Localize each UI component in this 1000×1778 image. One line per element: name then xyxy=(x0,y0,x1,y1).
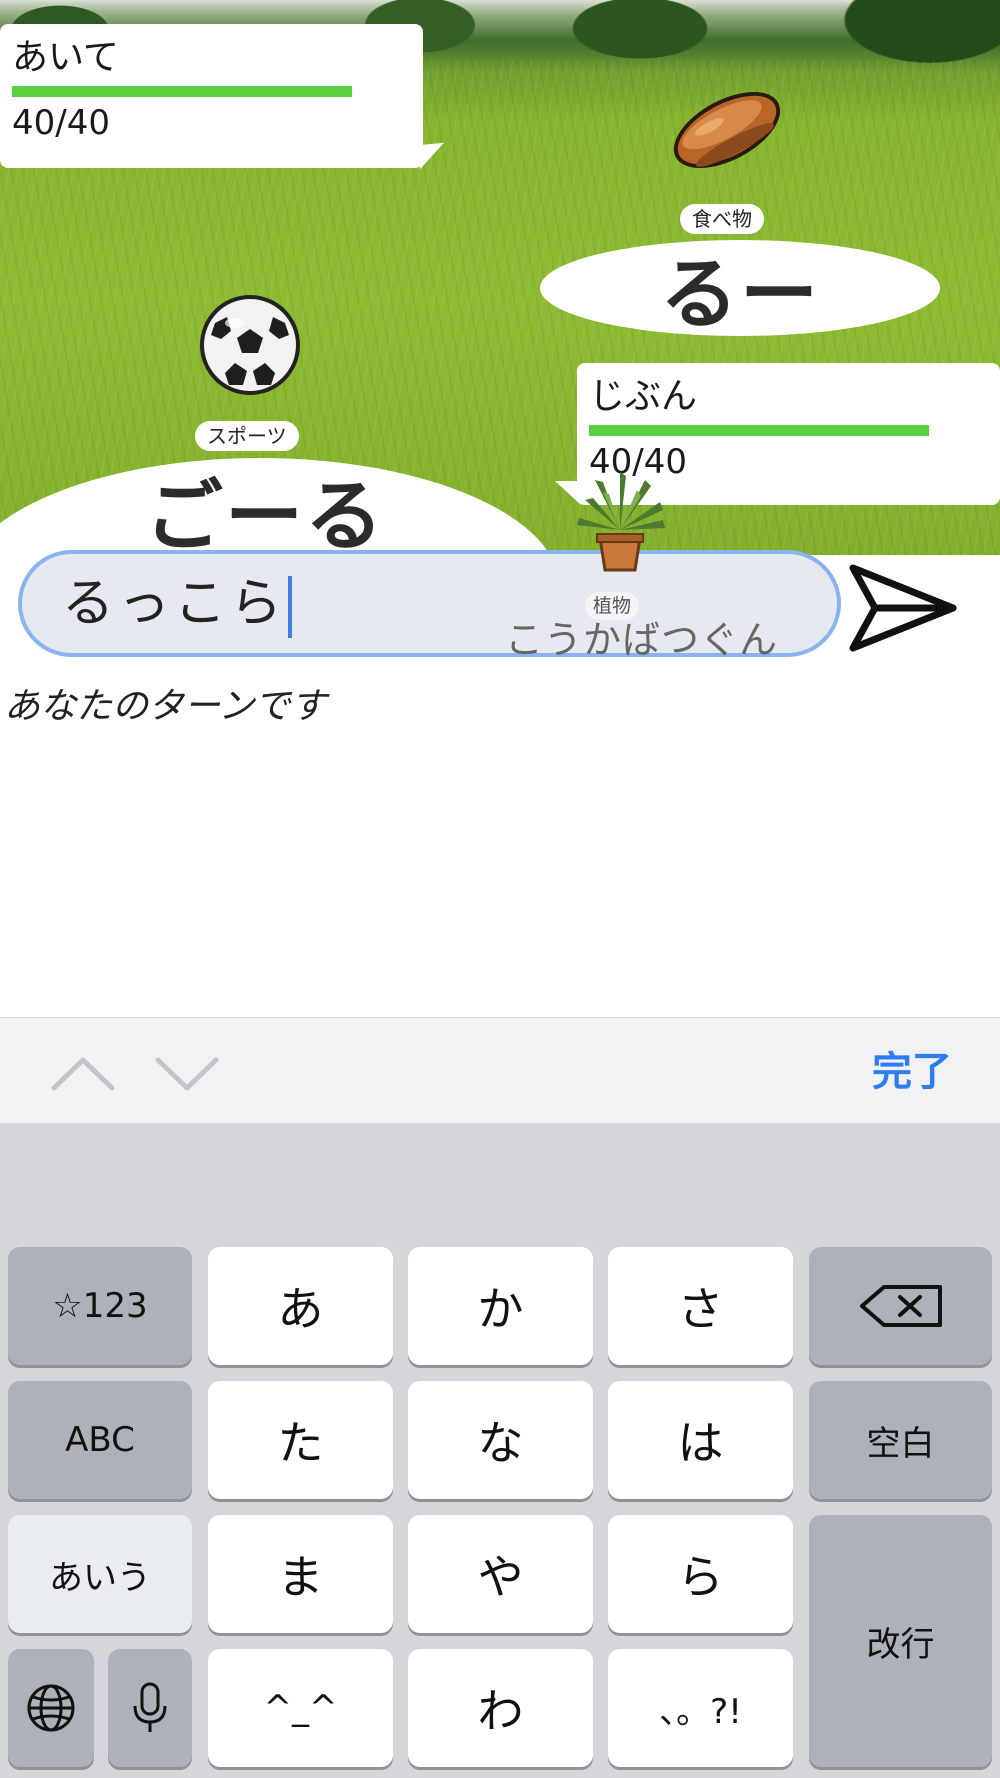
key-a[interactable]: あ xyxy=(208,1247,393,1365)
key-ka[interactable]: か xyxy=(408,1247,593,1365)
key-label: あいう xyxy=(49,1557,151,1598)
key-wa[interactable]: わ xyxy=(408,1649,593,1767)
globe-icon xyxy=(27,1684,75,1732)
key-label: 改行 xyxy=(866,1624,935,1665)
player-label: じぶん xyxy=(589,376,698,417)
globe-key[interactable] xyxy=(8,1649,94,1767)
key-label: や xyxy=(477,1550,524,1604)
opponent-word-bubble: るー xyxy=(540,240,940,340)
player-category-badge: スポーツ xyxy=(195,421,299,451)
send-icon[interactable] xyxy=(845,560,960,655)
key-abc[interactable]: ABC xyxy=(8,1381,192,1499)
key-label: 空白 xyxy=(866,1423,935,1464)
microphone-icon xyxy=(133,1682,167,1732)
done-button[interactable]: 完了 xyxy=(872,1046,952,1098)
effectiveness-label: こうかばつぐん xyxy=(505,618,779,662)
key-label: わ xyxy=(477,1684,524,1738)
keyboard-accessory-bar: 完了 xyxy=(0,1017,1000,1123)
preview-category-badge: 植物 xyxy=(585,592,640,620)
opponent-card-tail xyxy=(418,142,446,170)
chevron-down-icon[interactable] xyxy=(152,1048,222,1098)
chevron-up-icon[interactable] xyxy=(48,1048,118,1098)
key-label: さ xyxy=(677,1282,724,1336)
opponent-hp-text: 40/40 xyxy=(12,103,110,143)
key-ma[interactable]: ま xyxy=(208,1515,393,1633)
japanese-keyboard: ☆123 あ か さ ABC た な は 空白 あいう ま や ら 改行 ^_^… xyxy=(0,1123,1000,1778)
word-input-value: るっこら xyxy=(62,574,287,634)
key-label: ABC xyxy=(65,1420,135,1460)
key-emoticon[interactable]: ^_^ xyxy=(208,1649,393,1767)
soccer-ball-icon xyxy=(200,295,300,395)
opponent-status-card: あいて 40/40 xyxy=(0,24,446,170)
potted-plant-icon xyxy=(577,472,665,572)
key-label: ☆123 xyxy=(52,1286,148,1326)
opponent-hp-bar xyxy=(12,86,352,97)
word-input-text[interactable]: るっこら xyxy=(62,572,293,638)
key-label: な xyxy=(477,1416,524,1470)
key-label: た xyxy=(277,1416,324,1470)
key-label: ま xyxy=(277,1550,324,1604)
backspace-icon xyxy=(859,1285,942,1327)
key-ya[interactable]: や xyxy=(408,1515,593,1633)
backspace-key[interactable] xyxy=(809,1247,992,1365)
key-label: ^_^ xyxy=(263,1688,338,1728)
dictation-key[interactable] xyxy=(108,1649,192,1767)
key-sa[interactable]: さ xyxy=(608,1247,793,1365)
player-hp-bar xyxy=(589,425,929,436)
opponent-word: るー xyxy=(659,250,820,340)
return-key[interactable]: 改行 xyxy=(809,1515,992,1767)
key-na[interactable]: な xyxy=(408,1381,593,1499)
bread-icon xyxy=(673,92,781,168)
key-ha[interactable]: は xyxy=(608,1381,793,1499)
key-label: か xyxy=(477,1282,524,1336)
key-label: 、。?! xyxy=(659,1691,742,1732)
key-kana-mode[interactable]: あいう xyxy=(8,1515,192,1633)
key-ta[interactable]: た xyxy=(208,1381,393,1499)
opponent-label: あいて xyxy=(12,37,119,78)
key-ra[interactable]: ら xyxy=(608,1515,793,1633)
space-key[interactable]: 空白 xyxy=(809,1381,992,1499)
key-label: あ xyxy=(277,1282,324,1336)
key-label: は xyxy=(677,1416,724,1470)
opponent-category-badge: 食べ物 xyxy=(680,204,764,234)
key-numbers[interactable]: ☆123 xyxy=(8,1247,192,1365)
text-caret xyxy=(288,576,293,638)
turn-status-text: あなたのターンです xyxy=(4,686,327,727)
key-label: ら xyxy=(677,1550,724,1604)
key-punctuation[interactable]: 、。?! xyxy=(608,1649,793,1767)
